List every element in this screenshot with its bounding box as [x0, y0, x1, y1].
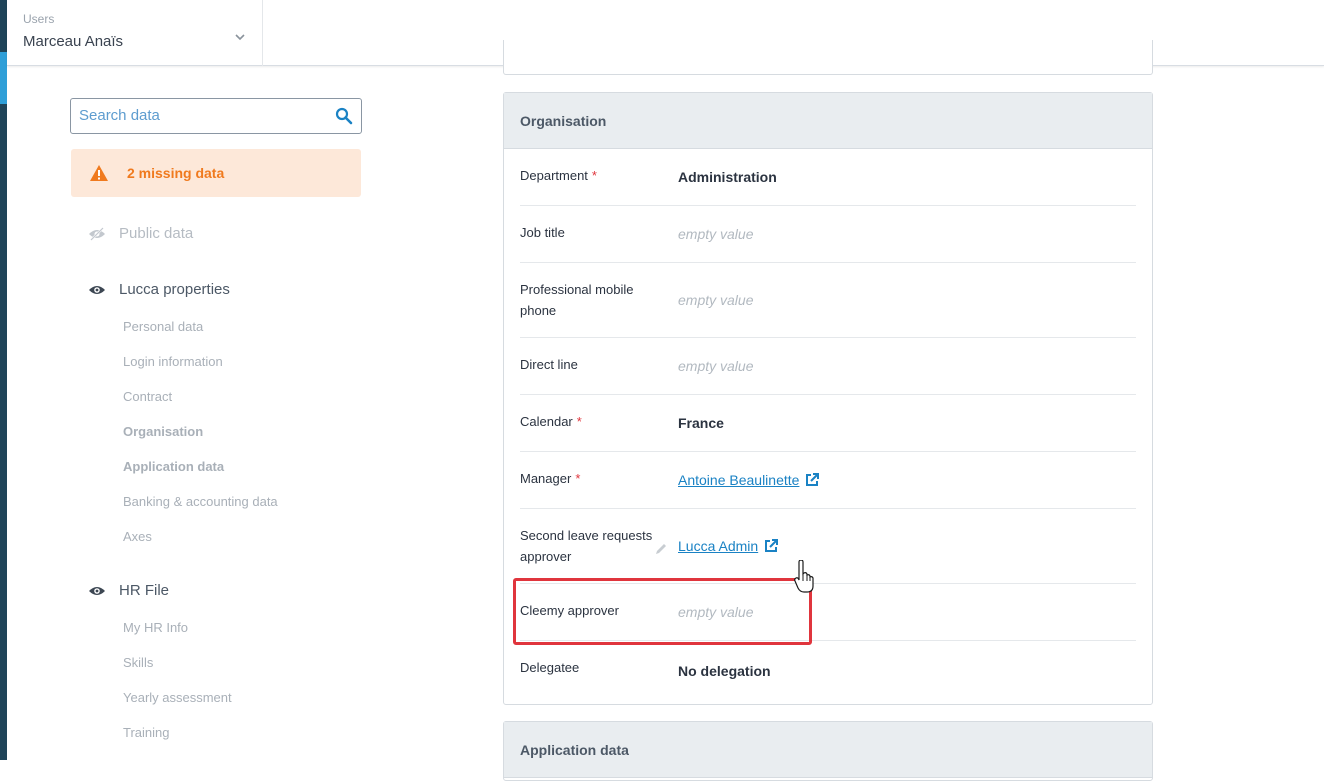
field-row-manager[interactable]: Manager * Antoine Beaulinette — [520, 452, 1136, 509]
nav-item-login-information[interactable]: Login information — [123, 354, 223, 369]
field-row-delegatee[interactable]: Delegatee No delegation — [520, 641, 1136, 701]
field-label: Job title — [520, 225, 565, 240]
external-link-icon[interactable] — [805, 473, 820, 487]
organisation-card: Organisation Department * Administration … — [503, 92, 1153, 705]
field-value-empty: empty value — [678, 604, 754, 620]
nav-item-training[interactable]: Training — [123, 725, 169, 740]
hand-cursor-icon — [794, 560, 814, 593]
field-label: Manager * — [520, 468, 660, 489]
field-value: France — [678, 415, 724, 431]
card-header: Organisation — [504, 93, 1152, 149]
approver-name: Lucca Admin — [678, 538, 759, 554]
nav-item-banking-accounting[interactable]: Banking & accounting data — [123, 494, 278, 509]
field-label-text: Department — [520, 168, 588, 183]
card-title: Organisation — [520, 113, 607, 129]
field-value: Administration — [678, 169, 777, 185]
field-row-direct-line[interactable]: Direct line empty value — [520, 338, 1136, 395]
search-icon[interactable] — [335, 107, 353, 125]
field-row-calendar[interactable]: Calendar * France — [520, 395, 1136, 452]
field-label: Delegatee — [520, 660, 580, 675]
field-label: Professional mobile phone — [520, 282, 634, 318]
field-row-department[interactable]: Department * Administration — [520, 149, 1136, 206]
nav-item-axes[interactable]: Axes — [123, 529, 152, 544]
selected-user: Marceau Anaïs — [23, 33, 124, 50]
previous-card — [503, 40, 1153, 75]
required-marker: * — [591, 168, 597, 183]
field-row-cleemy-approver[interactable]: Cleemy approver empty value — [520, 584, 1136, 641]
warning-icon — [90, 165, 108, 181]
field-label: Direct line — [520, 357, 578, 372]
field-row-second-approver[interactable]: Second leave requests approver Lucca Adm… — [520, 509, 1136, 584]
nav-item-skills[interactable]: Skills — [123, 655, 153, 670]
search-input[interactable] — [79, 107, 319, 124]
required-marker: * — [575, 471, 581, 486]
nav-group-label: HR File — [119, 582, 170, 599]
field-label: Second leave requests approver — [520, 528, 653, 564]
missing-data-alert[interactable]: 2 missing data — [71, 149, 361, 197]
active-indicator — [0, 52, 7, 104]
field-label: Calendar * — [520, 411, 660, 432]
nav-group-label: Public data — [119, 225, 194, 242]
field-label: Cleemy approver — [520, 603, 619, 618]
application-data-card: Application data — [503, 721, 1153, 781]
field-value-empty: empty value — [678, 358, 754, 374]
nav-item-contract[interactable]: Contract — [123, 389, 172, 404]
chevron-down-icon — [235, 34, 245, 41]
eye-slash-icon — [89, 227, 105, 241]
card-title: Application data — [520, 742, 629, 758]
nav-group-label: Lucca properties — [119, 281, 230, 298]
nav-item-organisation[interactable]: Organisation — [123, 424, 203, 439]
field-label-text: Calendar — [520, 414, 573, 429]
manager-name: Antoine Beaulinette — [678, 472, 800, 488]
card-header: Application data — [504, 722, 1152, 778]
field-row-mobile-phone[interactable]: Professional mobile phone empty value — [520, 263, 1136, 338]
nav-item-yearly-assessment[interactable]: Yearly assessment — [123, 690, 232, 705]
field-row-job-title[interactable]: Job title empty value — [520, 206, 1136, 263]
manager-link[interactable]: Antoine Beaulinette — [678, 472, 820, 488]
search-box — [70, 98, 362, 134]
external-link-icon[interactable] — [764, 539, 779, 553]
nav-item-my-hr-info[interactable]: My HR Info — [123, 620, 188, 635]
approver-link[interactable]: Lucca Admin — [678, 538, 779, 554]
users-label: Users — [23, 12, 55, 26]
field-label: Department * — [520, 165, 660, 186]
eye-icon — [89, 587, 105, 595]
nav-item-personal-data[interactable]: Personal data — [123, 319, 203, 334]
field-label-text: Manager — [520, 471, 572, 486]
app-left-strip — [0, 0, 7, 760]
nav-item-application-data[interactable]: Application data — [123, 459, 224, 474]
field-value-empty: empty value — [678, 292, 754, 308]
required-marker: * — [576, 414, 582, 429]
field-value-empty: empty value — [678, 226, 754, 242]
user-selector[interactable]: Users Marceau Anaïs — [7, 0, 263, 66]
missing-data-text: 2 missing data — [127, 165, 225, 181]
pencil-icon[interactable] — [654, 542, 668, 556]
field-value: No delegation — [678, 663, 771, 679]
eye-icon — [89, 286, 105, 294]
